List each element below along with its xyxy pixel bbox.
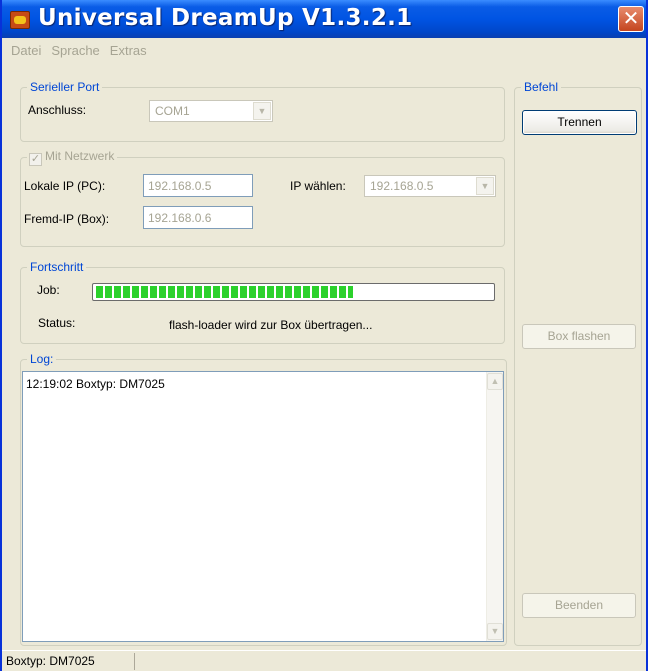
command-legend: Befehl [524, 80, 559, 94]
menu-item-datei[interactable]: Datei [11, 43, 41, 58]
local-ip-field[interactable]: 192.168.0.5 [143, 174, 253, 197]
disconnect-button[interactable]: Trennen [522, 110, 637, 135]
progress-legend: Fortschritt [30, 260, 84, 274]
quit-button[interactable]: Beenden [522, 593, 636, 618]
close-icon[interactable]: ✕ [618, 6, 644, 32]
status-bar-boxtype: Boxtyp: DM7025 [4, 653, 135, 670]
title-bar[interactable]: Universal DreamUp V1.3.2.1 ✕ [2, 0, 646, 38]
remote-ip-label: Fremd-IP (Box): [24, 212, 110, 226]
menu-bar: Datei Sprache Extras [2, 38, 646, 62]
command-group: Befehl [514, 80, 642, 646]
log-textarea[interactable]: 12:19:02 Boxtyp: DM7025 ▲ ▼ [22, 371, 504, 642]
chevron-down-icon[interactable]: ▼ [476, 177, 494, 195]
choose-ip-label: IP wählen: [290, 179, 346, 193]
chevron-down-icon[interactable]: ▼ [253, 102, 271, 120]
log-legend: Log: [30, 352, 54, 366]
serial-port-legend: Serieller Port [30, 80, 100, 94]
menu-item-extras[interactable]: Extras [110, 43, 147, 58]
local-ip-label: Lokale IP (PC): [24, 179, 106, 193]
flash-box-button[interactable]: Box flashen [522, 324, 636, 349]
log-scrollbar[interactable]: ▲ ▼ [486, 372, 503, 641]
network-group: ✓ Mit Netzwerk [20, 149, 505, 247]
app-window: Universal DreamUp V1.3.2.1 ✕ Datei Sprac… [0, 0, 648, 671]
log-line: 12:19:02 Boxtyp: DM7025 [26, 377, 165, 391]
app-icon [10, 11, 30, 29]
port-select-value: COM1 [155, 104, 190, 118]
choose-ip-select[interactable]: 192.168.0.5 ▼ [364, 175, 496, 197]
job-progress-bar [92, 283, 495, 301]
port-select[interactable]: COM1 ▼ [149, 100, 273, 122]
network-checkbox[interactable]: ✓ [29, 153, 42, 166]
remote-ip-field[interactable]: 192.168.0.6 [143, 206, 253, 229]
network-checkbox-label: Mit Netzwerk [45, 149, 115, 163]
choose-ip-value: 192.168.0.5 [370, 179, 434, 193]
network-legend: ✓ Mit Netzwerk [27, 149, 117, 166]
status-text: flash-loader wird zur Box übertragen... [169, 318, 373, 332]
window-title: Universal DreamUp V1.3.2.1 [38, 5, 413, 31]
scroll-down-arrow-icon[interactable]: ▼ [487, 623, 503, 640]
remote-ip-value: 192.168.0.6 [148, 211, 212, 225]
status-bar: Boxtyp: DM7025 [2, 650, 646, 671]
job-progress-fill [96, 286, 353, 298]
scroll-up-arrow-icon[interactable]: ▲ [487, 373, 503, 390]
status-label: Status: [38, 316, 76, 330]
local-ip-value: 192.168.0.5 [148, 179, 212, 193]
job-label: Job: [37, 283, 60, 297]
port-label: Anschluss: [28, 103, 87, 117]
menu-item-sprache[interactable]: Sprache [51, 43, 99, 58]
